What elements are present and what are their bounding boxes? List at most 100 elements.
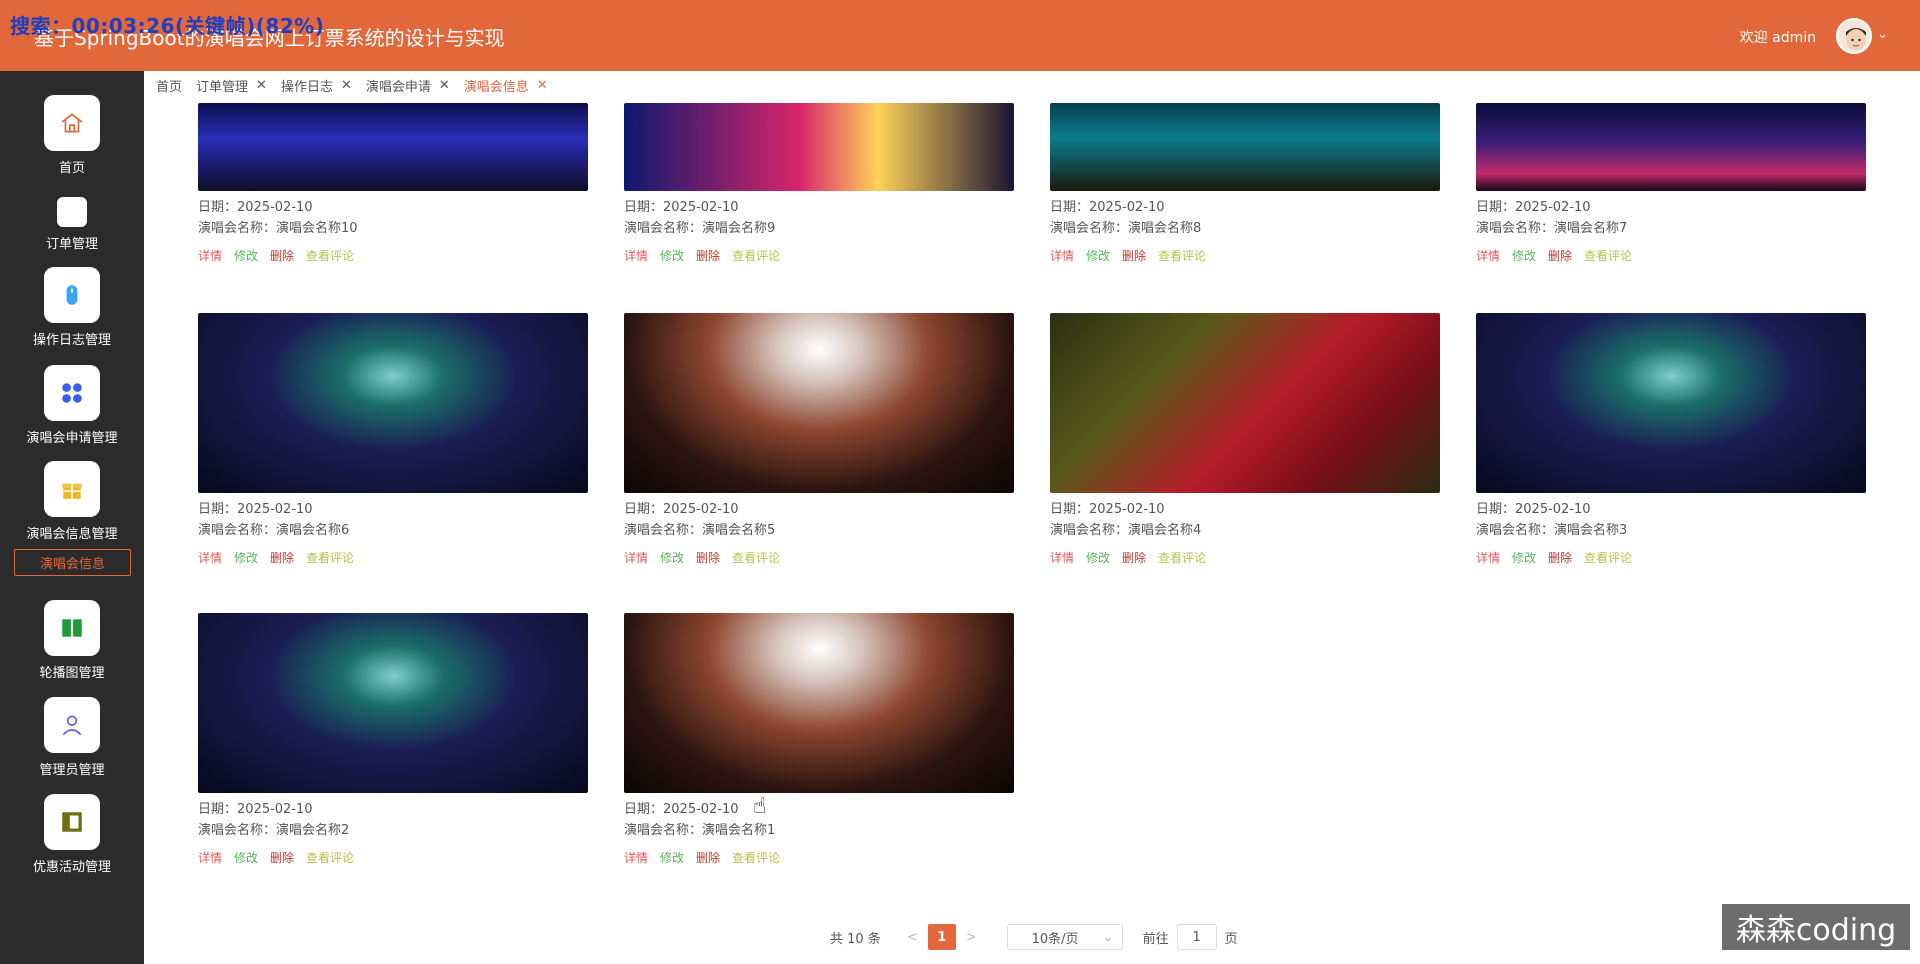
edit-button[interactable]: 修改 (234, 247, 258, 264)
detail-button[interactable]: 详情 (198, 549, 222, 566)
edit-button[interactable]: 修改 (1086, 247, 1110, 264)
delete-button[interactable]: 删除 (1122, 247, 1146, 264)
top-header: 基于SpringBoot的演唱会网上订票系统的设计与实现 搜索：00:03:26… (0, 0, 1920, 71)
sidebar-item-label: 订单管理 (45, 237, 98, 252)
detail-button[interactable]: 详情 (198, 247, 222, 264)
detail-button[interactable]: 详情 (1050, 247, 1074, 264)
edit-button[interactable]: 修改 (660, 549, 684, 566)
card-name: 演唱会名称：演唱会名称8 (1050, 221, 1202, 236)
view-comments-button[interactable]: 查看评论 (306, 549, 354, 566)
sidebar-item-promotion[interactable]: 优惠活动管理 (0, 794, 144, 875)
concert-card: 日期：2025-02-10 演唱会名称：演唱会名称2 详情 修改 删除 查看评论 (198, 613, 588, 866)
tab-oplog[interactable]: 操作日志 ✕ (281, 76, 352, 95)
view-comments-button[interactable]: 查看评论 (306, 849, 354, 866)
view-comments-button[interactable]: 查看评论 (1158, 247, 1206, 264)
delete-button[interactable]: 删除 (270, 849, 294, 866)
concert-image[interactable] (624, 103, 1014, 191)
delete-button[interactable]: 删除 (696, 849, 720, 866)
close-icon[interactable]: ✕ (256, 78, 267, 93)
edit-button[interactable]: 修改 (234, 849, 258, 866)
tab-label: 演唱会申请 (365, 79, 431, 95)
tab-label: 首页 (156, 79, 183, 95)
prev-page-button[interactable]: < (907, 930, 918, 945)
edit-button[interactable]: 修改 (1512, 247, 1536, 264)
page-size-select[interactable]: 10条/页 ⌄ (1006, 924, 1123, 950)
concert-image[interactable] (1050, 313, 1440, 493)
close-icon[interactable]: ✕ (439, 78, 450, 93)
view-comments-button[interactable]: 查看评论 (306, 247, 354, 264)
goto-page-input[interactable]: 1 (1176, 924, 1217, 950)
detail-button[interactable]: 详情 (624, 849, 648, 866)
concert-image[interactable] (624, 613, 1014, 793)
detail-button[interactable]: 详情 (198, 849, 222, 866)
detail-button[interactable]: 详情 (624, 549, 648, 566)
delete-button[interactable]: 删除 (1122, 549, 1146, 566)
sidebar-item-carousel[interactable]: 轮播图管理 (0, 600, 144, 681)
sidebar-item-orders[interactable]: 订单管理 (0, 197, 144, 252)
concert-card: 日期：2025-02-10 演唱会名称：演唱会名称10 详情 修改 删除 查看评论 (198, 103, 588, 264)
book-icon (44, 600, 100, 656)
concert-card-grid: 日期：2025-02-10 演唱会名称：演唱会名称10 详情 修改 删除 查看评论 日期… (144, 99, 1920, 964)
card-date: 日期：2025-02-10 (1476, 200, 1591, 215)
delete-button[interactable]: 删除 (696, 549, 720, 566)
edit-button[interactable]: 修改 (660, 849, 684, 866)
detail-button[interactable]: 详情 (1476, 247, 1500, 264)
delete-button[interactable]: 删除 (1548, 247, 1572, 264)
edit-button[interactable]: 修改 (1086, 549, 1110, 566)
card-date: 日期：2025-02-10 (198, 502, 313, 517)
close-icon[interactable]: ✕ (537, 78, 548, 93)
delete-button[interactable]: 删除 (696, 247, 720, 264)
view-comments-button[interactable]: 查看评论 (732, 549, 780, 566)
concert-image[interactable] (624, 313, 1014, 493)
sidebar-item-concert-apply[interactable]: 演唱会申请管理 (0, 365, 144, 446)
detail-button[interactable]: 详情 (1050, 549, 1074, 566)
chevron-down-icon[interactable]: ⌄ (1877, 27, 1888, 42)
concert-image[interactable] (1476, 313, 1866, 493)
tab-concert-info[interactable]: 演唱会信息 ✕ (464, 76, 548, 95)
sidebar-item-label: 演唱会信息管理 (26, 527, 118, 542)
detail-button[interactable]: 详情 (624, 247, 648, 264)
tab-bar: 首页 订单管理 ✕ 操作日志 ✕ 演唱会申请 ✕ 演唱会信息 ✕ (144, 71, 562, 99)
edit-button[interactable]: 修改 (234, 549, 258, 566)
tab-label: 操作日志 (280, 79, 333, 95)
sidebar: 首页 订单管理 操作日志管理 演唱会申请管理 演唱会信息管理 演唱会信息 轮播图… (0, 71, 144, 964)
next-page-button[interactable]: > (966, 930, 977, 945)
card-name: 演唱会名称：演唱会名称6 (198, 523, 350, 538)
card-date: 日期：2025-02-10 (624, 200, 739, 215)
concert-image[interactable] (198, 613, 588, 793)
sidebar-item-oplog[interactable]: 操作日志管理 (0, 267, 144, 348)
card-date: 日期：2025-02-10 (1050, 502, 1165, 517)
close-icon[interactable]: ✕ (341, 78, 352, 93)
tab-orders[interactable]: 订单管理 ✕ (196, 76, 267, 95)
concert-image[interactable] (1476, 103, 1866, 191)
avatar[interactable] (1836, 18, 1872, 54)
view-comments-button[interactable]: 查看评论 (1584, 247, 1632, 264)
edit-button[interactable]: 修改 (1512, 549, 1536, 566)
delete-button[interactable]: 删除 (270, 247, 294, 264)
view-comments-button[interactable]: 查看评论 (1584, 549, 1632, 566)
view-comments-button[interactable]: 查看评论 (732, 247, 780, 264)
concert-card: 日期：2025-02-10 演唱会名称：演唱会名称6 详情 修改 删除 查看评论 (198, 313, 588, 566)
detail-button[interactable]: 详情 (1476, 549, 1500, 566)
page-number-current[interactable]: 1 (927, 924, 956, 950)
concert-image[interactable] (198, 103, 588, 191)
panel-icon (44, 794, 100, 850)
sidebar-item-concert-info[interactable]: 演唱会信息管理 (0, 461, 144, 542)
sidebar-subitem-concert-info[interactable]: 演唱会信息 (14, 549, 131, 576)
tab-home[interactable]: 首页 (156, 76, 182, 95)
tab-concert-apply[interactable]: 演唱会申请 ✕ (366, 76, 450, 95)
view-comments-button[interactable]: 查看评论 (1158, 549, 1206, 566)
delete-button[interactable]: 删除 (270, 549, 294, 566)
delete-button[interactable]: 删除 (1548, 549, 1572, 566)
welcome-text: 欢迎 admin (1739, 30, 1816, 46)
concert-image[interactable] (1050, 103, 1440, 191)
concert-image[interactable] (198, 313, 588, 493)
card-name: 演唱会名称：演唱会名称10 (198, 221, 358, 236)
sidebar-item-admin[interactable]: 管理员管理 (0, 697, 144, 778)
sidebar-item-label: 演唱会申请管理 (26, 431, 118, 446)
sidebar-item-home[interactable]: 首页 (0, 95, 144, 176)
edit-button[interactable]: 修改 (660, 247, 684, 264)
view-comments-button[interactable]: 查看评论 (732, 849, 780, 866)
concert-card: 日期：2025-02-10 演唱会名称：演唱会名称8 详情 修改 删除 查看评论 (1050, 103, 1440, 264)
card-date: 日期：2025-02-10 (624, 802, 739, 817)
